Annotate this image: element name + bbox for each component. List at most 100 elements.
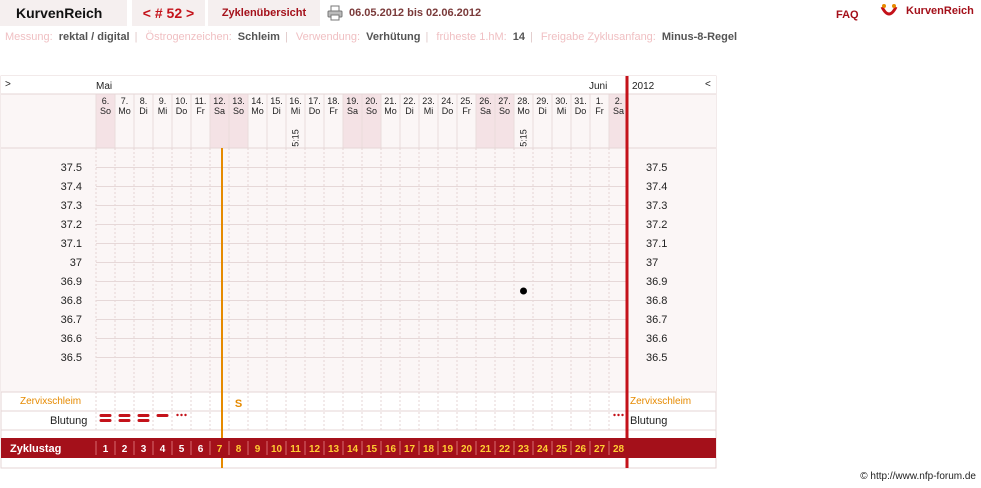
cycle-day-number: 24 (537, 444, 549, 455)
day-number: 16. (289, 96, 302, 106)
cycle-day-number: 15 (366, 444, 378, 455)
weekday-label: Sa (214, 106, 225, 116)
bleeding-mark-strong (137, 414, 150, 417)
weekday-label: Mi (291, 106, 301, 116)
bleeding-mark-strong (99, 419, 112, 422)
mucus-row-label-right: Zervixschleim (630, 396, 691, 407)
y-tick-label-right: 36.5 (646, 352, 667, 364)
day-number: 22. (403, 96, 416, 106)
weekday-label: Mi (158, 106, 168, 116)
temperature-chart: > <Mai Juni 20126.So7.Mo8.Di9.Mi10.Do11.Fr1… (0, 75, 717, 469)
weekday-label: Do (442, 106, 454, 116)
weekday-label: Do (575, 106, 587, 116)
y-tick-label-left: 37.4 (61, 181, 82, 193)
cycle-day-number: 12 (309, 444, 321, 455)
day-number: 23. (422, 96, 435, 106)
bleeding-mark-strong (137, 419, 150, 422)
day-number: 29. (536, 96, 549, 106)
cycle-day-number: 8 (236, 444, 242, 455)
weekday-label: Mo (517, 106, 530, 116)
day-number: 17. (308, 96, 321, 106)
day-number: 2. (615, 96, 623, 106)
bleeding-mark-spotting (180, 413, 183, 417)
y-tick-label-left: 36.7 (61, 314, 82, 326)
day-number: 30. (555, 96, 568, 106)
cycle-day-number: 10 (271, 444, 283, 455)
weekday-label: Di (405, 106, 414, 116)
cycle-day-number: 6 (198, 444, 204, 455)
weekday-label: Di (139, 106, 148, 116)
cycle-day-number: 23 (518, 444, 530, 455)
measure-time: 5:15 (519, 129, 529, 147)
y-tick-label-left: 36.9 (61, 276, 82, 288)
day-number: 1. (596, 96, 604, 106)
day-number: 26. (479, 96, 492, 106)
weekday-label: Di (272, 106, 281, 116)
bleeding-row-label: Blutung (50, 415, 87, 427)
bleeding-mark-spotting (617, 413, 620, 417)
y-tick-label-left: 37.5 (61, 162, 82, 174)
cycle-day-number: 17 (404, 444, 416, 455)
cycle-day-number: 14 (347, 444, 359, 455)
cycle-day-number: 13 (328, 444, 340, 455)
bleeding-mark-spotting (613, 413, 616, 417)
day-number: 14. (251, 96, 264, 106)
y-tick-label-left: 36.6 (61, 333, 82, 345)
day-number: 12. (213, 96, 226, 106)
cycle-day-number: 5 (179, 444, 185, 455)
cycle-day-number: 27 (594, 444, 606, 455)
mucus-code: S (235, 398, 242, 410)
weekday-label: Mi (424, 106, 434, 116)
weekday-label: Di (538, 106, 547, 116)
y-tick-label-right: 37.5 (646, 162, 667, 174)
y-tick-label-left: 37.1 (61, 238, 82, 250)
copyright-footer: © http://www.nfp-forum.de (860, 471, 976, 482)
day-number: 9. (159, 96, 167, 106)
day-number: 24. (441, 96, 454, 106)
day-number: 27. (498, 96, 511, 106)
weekday-label: Sa (480, 106, 491, 116)
y-tick-label-right: 36.6 (646, 333, 667, 345)
weekday-label: Mo (384, 106, 397, 116)
y-tick-label-right: 37.3 (646, 200, 667, 212)
cycle-day-number: 18 (423, 444, 435, 455)
nav-next-arrow: < (705, 79, 711, 90)
bleeding-mark-strong (99, 414, 112, 417)
day-number: 11. (195, 96, 207, 106)
y-tick-label-right: 36.7 (646, 314, 667, 326)
weekday-label: So (233, 106, 244, 116)
y-tick-label-left: 36.5 (61, 352, 82, 364)
cycle-day-number: 22 (499, 444, 511, 455)
bleeding-mark-strong (118, 414, 131, 417)
cycle-day-number: 4 (160, 444, 166, 455)
weekday-label: Fr (595, 106, 604, 116)
y-tick-label-right: 37.1 (646, 238, 667, 250)
cycle-day-number: 16 (385, 444, 397, 455)
day-number: 18. (327, 96, 340, 106)
day-number: 28. (517, 96, 530, 106)
y-tick-label-right: 36.8 (646, 295, 667, 307)
bleeding-mark-medium (156, 414, 169, 417)
weekday-label: Fr (329, 106, 338, 116)
day-number: 20. (365, 96, 378, 106)
day-number: 7. (121, 96, 129, 106)
temperature-point (520, 287, 527, 295)
weekday-label: So (499, 106, 510, 116)
y-tick-label-left: 37 (70, 257, 82, 269)
day-number: 15. (270, 96, 283, 106)
day-number: 25. (460, 96, 473, 106)
day-number: 13. (232, 96, 245, 106)
cycle-day-number: 19 (442, 444, 454, 455)
cycle-day-number: 7 (217, 444, 223, 455)
day-number: 21. (384, 96, 397, 106)
day-number: 19. (346, 96, 359, 106)
weekday-label: Mo (251, 106, 264, 116)
cycle-day-number: 28 (613, 444, 625, 455)
y-tick-label-left: 37.3 (61, 200, 82, 212)
weekday-label: Fr (196, 106, 205, 116)
bleeding-mark-spotting (176, 413, 179, 417)
bleeding-mark-spotting (621, 413, 624, 417)
y-tick-label-right: 36.9 (646, 276, 667, 288)
weekday-label: Do (309, 106, 321, 116)
y-tick-label-left: 37.2 (61, 219, 82, 231)
